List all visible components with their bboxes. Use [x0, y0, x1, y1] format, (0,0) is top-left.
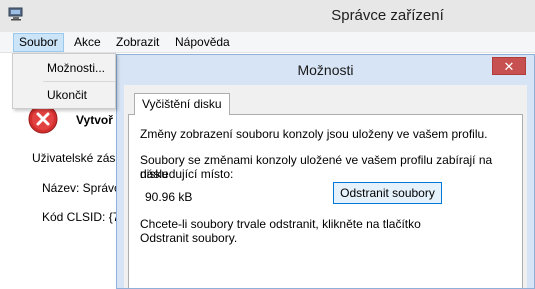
- tab-disk-cleanup[interactable]: Vyčištění disku: [134, 93, 230, 115]
- dialog-body: Vyčištění disku Změny zobrazení souboru …: [124, 85, 527, 288]
- delete-files-button[interactable]: Odstranit soubory: [333, 182, 442, 204]
- menu-zobrazit[interactable]: Zobrazit: [111, 33, 164, 52]
- menu-item-moznosti[interactable]: Možnosti...: [14, 56, 115, 80]
- main-titlebar: Správce zařízení: [0, 0, 535, 32]
- close-button[interactable]: ✕: [492, 57, 526, 75]
- background-clsid-label: Kód CLSID: {7: [42, 210, 120, 224]
- menu-akce[interactable]: Akce: [69, 33, 106, 52]
- menu-napoveda[interactable]: Nápověda: [170, 33, 235, 52]
- background-heading: Vytvoř: [76, 113, 113, 127]
- info-text-3: následující místo:: [140, 167, 234, 181]
- background-policy-label: Uživatelské zása: [32, 151, 123, 165]
- soubor-dropdown: Možnosti... Ukončit: [12, 53, 116, 109]
- info-text-1: Změny zobrazení souboru konzoly jsou ulo…: [140, 127, 488, 141]
- main-window-title: Správce zařízení: [331, 7, 444, 24]
- options-dialog: Možnosti ✕ Vyčištění disku Změny zobraze…: [116, 54, 535, 289]
- size-value: 90.96 kB: [145, 190, 193, 204]
- tab-panel: Změny zobrazení souboru konzoly jsou ulo…: [128, 114, 523, 288]
- menu-soubor[interactable]: Soubor: [13, 33, 64, 52]
- dialog-title: Možnosti: [297, 62, 354, 78]
- info-text-5: Odstranit soubory.: [140, 231, 238, 245]
- menu-item-ukoncit[interactable]: Ukončit: [14, 83, 115, 107]
- menu-separator: [43, 81, 115, 82]
- menubar: Soubor Akce Zobrazit Nápověda: [0, 32, 535, 53]
- info-text-4: Chcete-li soubory trvale odstranit, klik…: [140, 217, 421, 231]
- background-name-label: Název: Správc: [42, 181, 121, 195]
